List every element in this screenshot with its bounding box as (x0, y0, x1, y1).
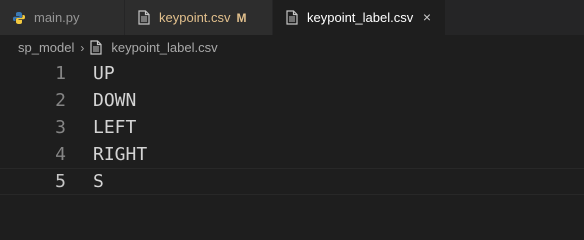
tab-keypoint-label-csv[interactable]: keypoint_label.csv × (273, 0, 445, 35)
file-icon (90, 40, 104, 56)
code-line[interactable]: 2 DOWN (0, 87, 584, 114)
tab-label: main.py (34, 10, 80, 25)
line-number: 2 (55, 90, 66, 111)
tab-bar: main.py keypoint.csv M keypoint_label.cs… (0, 0, 584, 35)
code-line[interactable]: 1 UP (0, 60, 584, 87)
line-text[interactable]: RIGHT (93, 144, 147, 165)
tab-main-py[interactable]: main.py (0, 0, 125, 35)
breadcrumb-file[interactable]: keypoint_label.csv (111, 40, 217, 55)
file-icon (137, 10, 151, 26)
tab-label: keypoint.csv (159, 10, 231, 25)
line-text[interactable]: UP (93, 63, 115, 84)
line-number: 3 (55, 117, 66, 138)
line-number: 5 (55, 171, 66, 192)
breadcrumb: sp_model › keypoint_label.csv (0, 35, 584, 60)
file-icon (285, 10, 299, 26)
line-number: 1 (55, 63, 66, 84)
code-line[interactable]: 3 LEFT (0, 114, 584, 141)
close-icon[interactable]: × (419, 9, 435, 25)
line-text[interactable]: S (93, 171, 104, 192)
current-line[interactable]: 5 S (0, 168, 584, 195)
modified-badge: M (236, 10, 247, 25)
python-icon (12, 10, 26, 26)
breadcrumb-folder[interactable]: sp_model (18, 40, 74, 55)
tab-label: keypoint_label.csv (307, 10, 414, 25)
chevron-right-icon: › (80, 40, 85, 55)
code-line[interactable]: 4 RIGHT (0, 141, 584, 168)
line-text[interactable]: DOWN (93, 90, 136, 111)
line-number: 4 (55, 144, 66, 165)
code-editor[interactable]: 1 UP 2 DOWN 3 LEFT 4 RIGHT 5 S (0, 60, 584, 223)
tab-keypoint-csv[interactable]: keypoint.csv M (125, 0, 273, 35)
line-text[interactable]: LEFT (93, 117, 136, 138)
